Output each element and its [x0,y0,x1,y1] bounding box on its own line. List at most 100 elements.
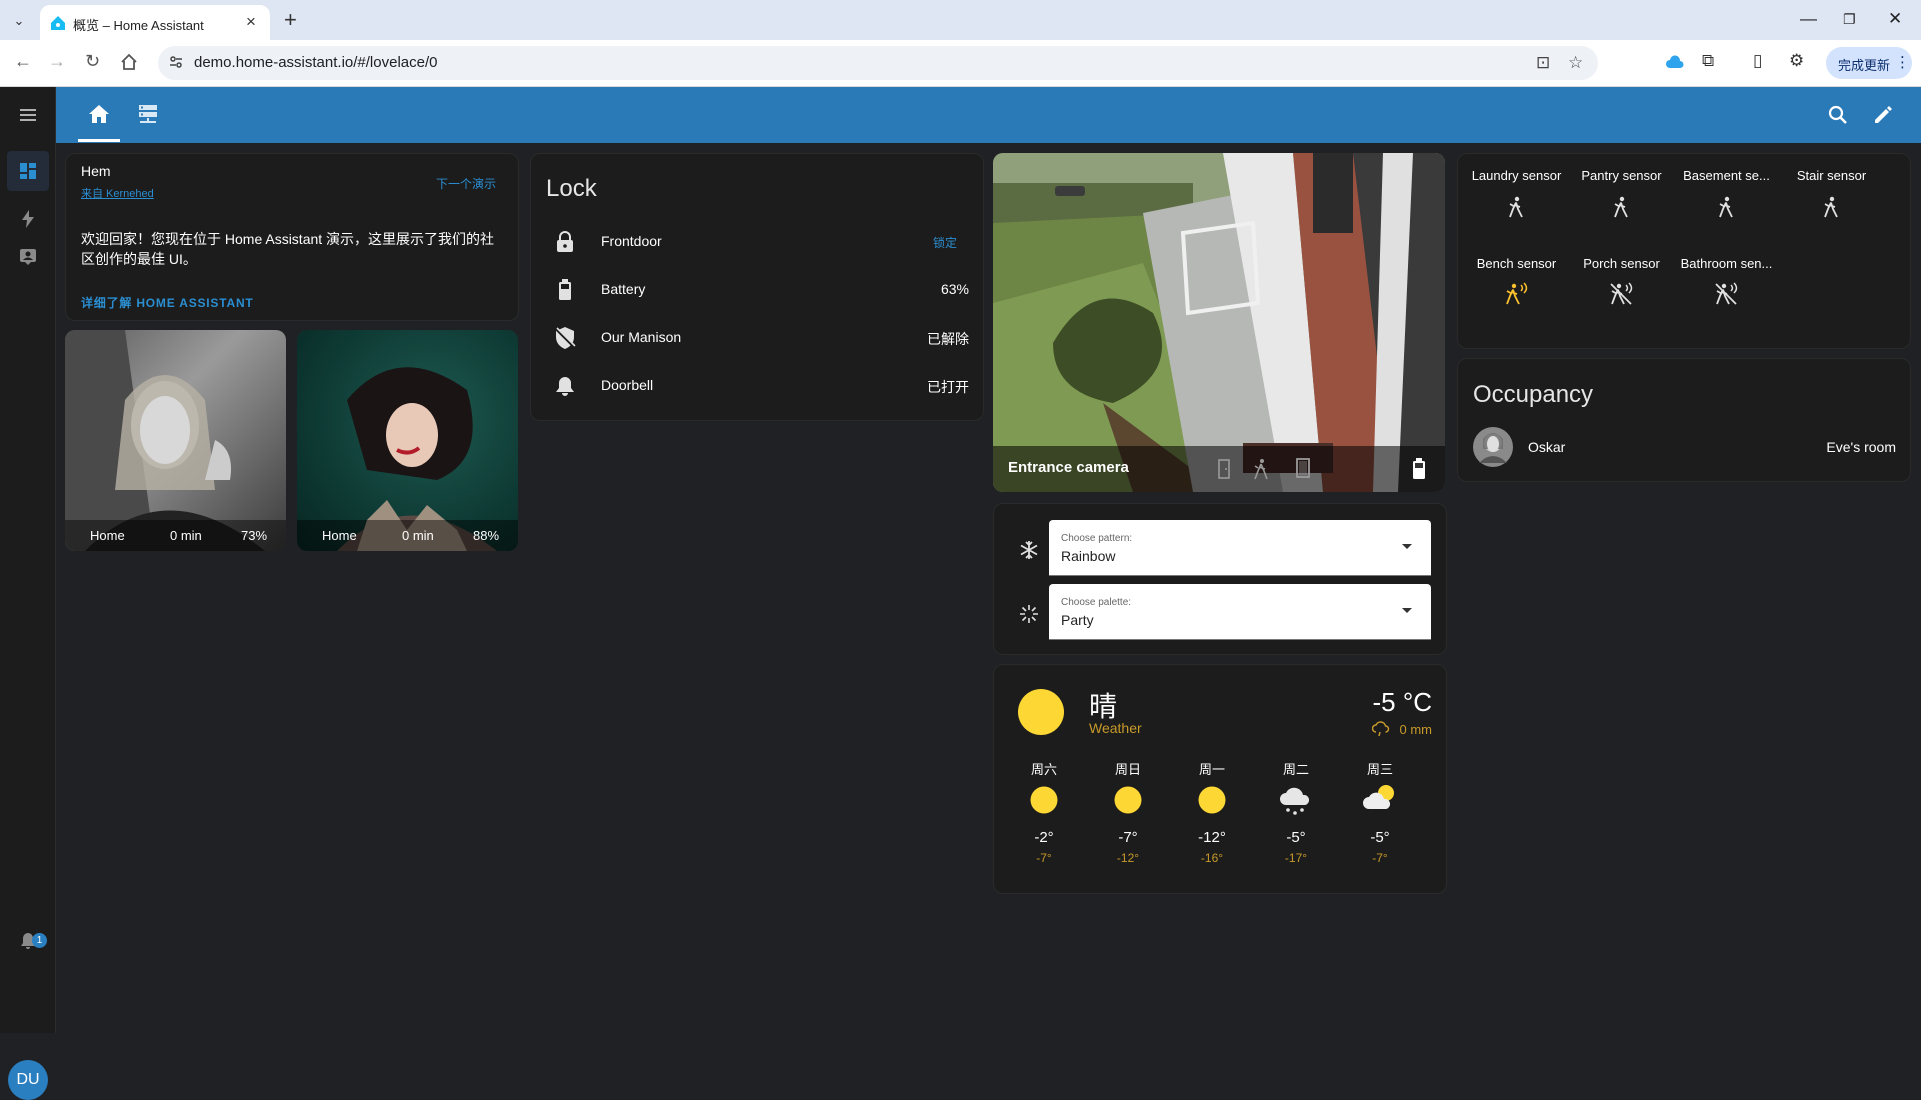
tab-home-icon[interactable] [88,103,110,125]
entity-row-battery[interactable]: Battery 63% [531,269,983,309]
entity-row-doorbell[interactable]: Doorbell 已打开 [531,365,983,405]
door-icon[interactable] [1296,458,1310,478]
location-state: Home [90,528,125,543]
occupancy-card: Occupancy Oskar Eve's room [1457,358,1911,482]
edit-pencil-icon[interactable] [1872,104,1894,126]
forecast-day-label: 周一 [1198,762,1225,777]
motion-sensor-icon[interactable] [1253,458,1269,480]
dropdown-arrow-icon [1402,608,1412,613]
search-icon[interactable] [1827,104,1849,126]
learn-more-link[interactable]: 详细了解 HOME ASSISTANT [81,294,254,311]
forecast-high: -5° [1286,829,1306,846]
weather-forecast-card[interactable]: 晴 Weather -5 °C 0 mm 周六 -2° -7° 周日 -7° -… [993,664,1447,894]
motion-off-icon [1715,282,1738,305]
entity-name: Doorbell [601,377,654,393]
home-icon[interactable] [120,53,138,71]
tab-search-icon[interactable]: ⌄ [8,10,30,32]
update-button-label: 完成更新 [1838,58,1891,73]
door-closed-icon[interactable] [1217,459,1231,479]
snowflake-icon [1020,541,1038,559]
forecast-low: -16° [1200,851,1224,865]
glance-item-bathroom[interactable]: Bathroom sen... [1674,256,1779,316]
sidebar-item-overview[interactable] [7,151,49,191]
entity-row-frontdoor[interactable]: Frontdoor 锁定 [531,221,983,261]
walk-icon [1824,196,1838,218]
new-tab-icon[interactable]: + [284,7,297,33]
avatar [1473,427,1513,467]
forecast-day: 周二 -5° -17° [1266,759,1326,879]
forecast-low: -7° [1372,851,1388,865]
update-button[interactable]: 完成更新 ⋮ [1826,47,1912,79]
address-bar[interactable]: demo.home-assistant.io/#/lovelace/0 ⊡ ☆ [158,46,1598,80]
site-info-icon[interactable] [168,54,184,70]
back-icon[interactable]: ← [14,51,32,72]
entity-name: Battery [601,281,646,297]
palette-select[interactable]: Choose palette: Party [1049,584,1431,640]
pattern-select[interactable]: Choose pattern: Rainbow [1049,520,1431,576]
lock-entities-card: Lock Frontdoor 锁定 Battery 63% Our Maniso… [530,153,984,421]
sensor-name: Bathroom sen... [1680,256,1773,271]
glance-item-laundry[interactable]: Laundry sensor [1464,168,1569,228]
restore-icon[interactable]: ❐ [1843,11,1856,28]
forecast-high: -5° [1370,829,1390,846]
sidebar-menu-toggle[interactable] [7,95,49,135]
user-avatar[interactable]: DU [8,1060,48,1100]
battery-icon[interactable] [1412,458,1426,480]
forecast-high: -12° [1198,829,1226,846]
minimize-icon[interactable]: — [1800,9,1817,29]
sensor-name: Bench sensor [1476,256,1557,271]
pattern-value: Rainbow [1061,548,1116,564]
entity-row-oskar[interactable]: Oskar Eve's room [1458,424,1910,470]
location-state: Home [322,528,357,543]
reload-icon[interactable]: ↻ [85,51,100,72]
next-demo-link[interactable]: 下一个演示 [436,175,496,192]
more-vert-icon[interactable]: ⋮ [1895,53,1910,71]
cloud-extension-icon[interactable] [1665,54,1685,70]
entity-name: Our Manison [601,329,682,345]
window-close-icon[interactable]: ✕ [1888,9,1902,29]
side-panel-icon[interactable]: ▯ [1753,51,1762,71]
dashboard-icon [20,163,36,179]
dropdown-arrow-icon [1402,544,1412,549]
markdown-card: Hem 来自 Kernehed 下一个演示 欢迎回家！您现在位于 Home As… [65,153,519,321]
lock-icon [557,231,573,252]
home-assistant-favicon-icon [51,16,65,30]
sidebar-item-logbook[interactable] [7,237,49,277]
person-picture-card[interactable]: Home 0 min 88% [297,330,518,551]
glance-item-pantry[interactable]: Pantry sensor [1569,168,1674,228]
forecast-day: 周六 -2° -7° [1014,759,1074,879]
entity-state: 63% [940,281,969,297]
settings-gear-icon[interactable]: ⚙ [1789,51,1804,71]
battery-state: 73% [241,528,268,543]
person-photo-portrait-icon [337,367,497,551]
glance-item-basement[interactable]: Basement se... [1674,168,1779,228]
entity-row-alarm[interactable]: Our Manison 已解除 [531,317,983,357]
extensions-icon[interactable]: ⧉ [1702,51,1714,71]
sidebar-item-energy[interactable] [7,199,49,239]
weather-name: Weather [1089,720,1142,736]
snow-cloud-icon [1280,787,1310,815]
entrance-camera-card[interactable]: Entrance camera [993,153,1445,492]
source-link[interactable]: 来自 Kernehed [81,185,154,201]
menu-icon [20,109,36,121]
walk-icon [1719,196,1733,218]
lightning-icon [22,210,34,228]
lock-action-button[interactable]: 锁定 [933,234,957,251]
tab-close-icon[interactable]: × [246,12,256,32]
pattern-label: Choose pattern: [1061,533,1133,544]
tab-server-icon[interactable] [137,103,159,125]
current-temperature: -5 °C [1372,687,1432,717]
glance-item-bench[interactable]: Bench sensor [1464,256,1569,316]
duration-state: 0 min [402,528,434,543]
person-picture-card[interactable]: Home 0 min 73% [65,330,286,551]
browser-tab[interactable]: 概览 – Home Assistant × [40,5,270,40]
walk-icon [1509,196,1523,218]
forecast-low: -12° [1116,851,1140,865]
forward-icon[interactable]: → [48,51,66,72]
camera-title: Entrance camera [1008,459,1129,476]
entity-state: 已解除 [927,331,969,347]
glance-item-porch[interactable]: Porch sensor [1569,256,1674,316]
glance-item-stair[interactable]: Stair sensor [1779,168,1884,228]
install-app-icon[interactable]: ⊡ [1536,53,1550,73]
bookmark-star-icon[interactable]: ☆ [1568,53,1583,73]
